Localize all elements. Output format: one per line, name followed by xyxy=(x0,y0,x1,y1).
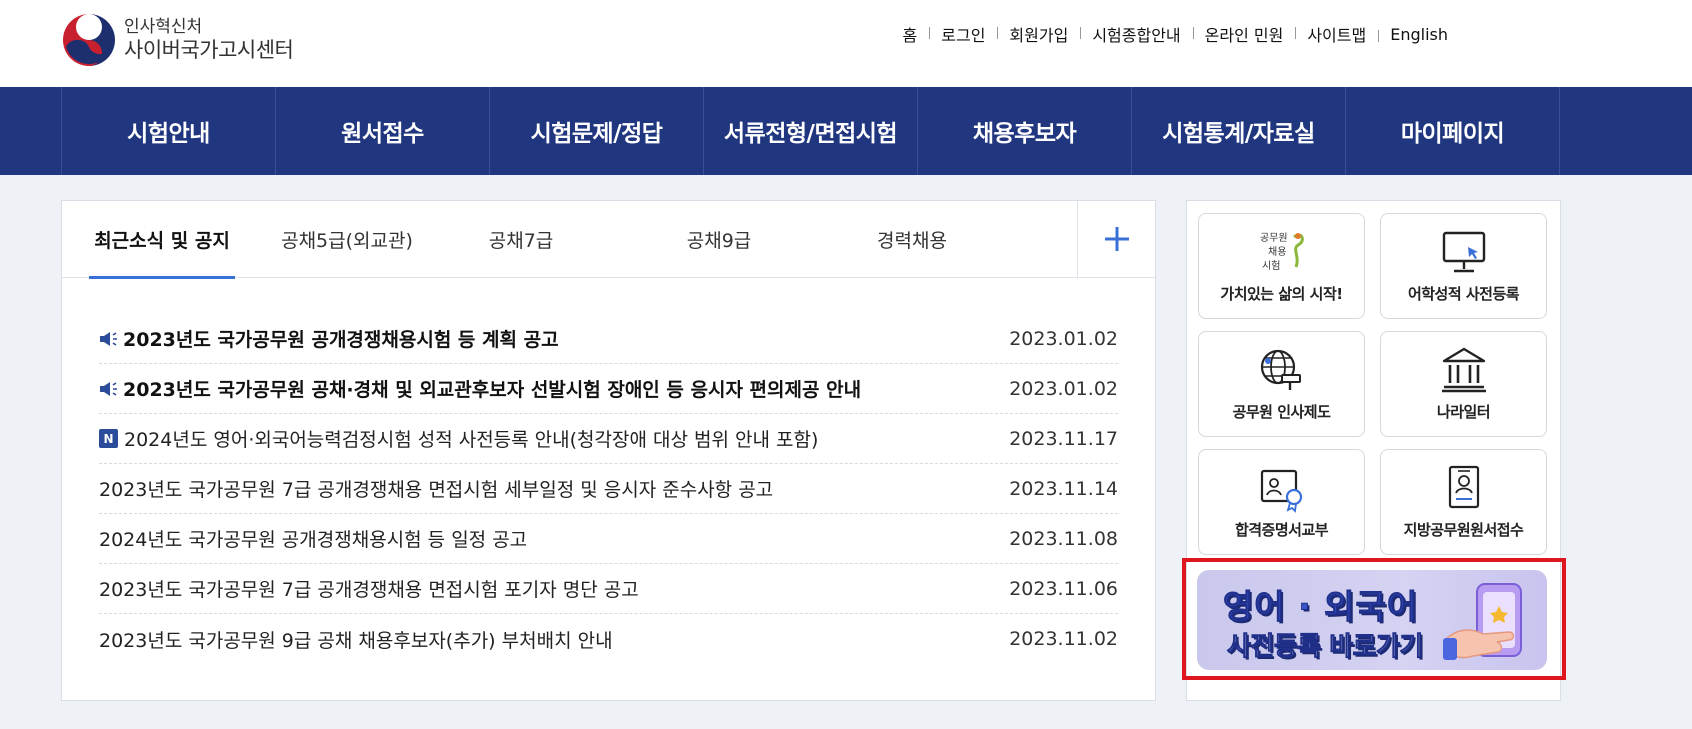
tab-recent-notice[interactable]: 최근소식 및 공지 xyxy=(89,201,235,279)
tab-grade9[interactable]: 공채9급 xyxy=(654,201,784,278)
site-logo[interactable]: 인사혁신처 사이버국가고시센터 xyxy=(62,12,294,68)
language-preregistration-banner[interactable]: 영어 · 외국어 사전등록 바로가기 xyxy=(1197,570,1547,670)
plus-icon xyxy=(1104,227,1129,251)
new-badge: N xyxy=(99,429,118,448)
taegeuk-emblem-icon xyxy=(63,14,115,66)
tab-grade7[interactable]: 공채7급 xyxy=(456,201,586,278)
list-item[interactable]: 2023년도 국가공무원 7급 공개경쟁채용 면접시험 세부일정 및 응시자 준… xyxy=(99,464,1118,514)
quick-link-recruit-exam[interactable]: 공무원 채용 시험 가치있는 삶의 시작! xyxy=(1198,213,1365,319)
quick-link-local-application[interactable]: 지방공무원원서접수 xyxy=(1380,449,1547,555)
nav-document-interview[interactable]: 서류전형/면접시험 xyxy=(704,87,918,175)
logo-org-name: 인사혁신처 xyxy=(124,17,203,38)
nav-candidates[interactable]: 채용후보자 xyxy=(918,87,1132,175)
nav-questions-answers[interactable]: 시험문제/정답 xyxy=(490,87,704,175)
quick-link-hr-system[interactable]: 공무원 인사제도 xyxy=(1198,331,1365,437)
main-nav: 시험안내 원서접수 시험문제/정답 서류전형/면접시험 채용후보자 시험통계/자… xyxy=(0,87,1692,175)
banner-subtitle: 사전등록 바로가기 xyxy=(1227,632,1424,663)
notice-date: 2023.11.08 xyxy=(1009,527,1118,550)
quick-link-label: 공무원 인사제도 xyxy=(1232,403,1331,421)
util-link-signup[interactable]: 회원가입 xyxy=(997,22,1080,46)
monitor-icon xyxy=(1442,231,1485,273)
globe-gavel-icon xyxy=(1260,349,1301,390)
notice-date: 2023.11.14 xyxy=(1009,477,1118,500)
list-item[interactable]: 2023년도 국가공무원 9급 공채 채용후보자(추가) 부처배치 안내 202… xyxy=(99,614,1118,664)
utility-nav: 홈 로그인 회원가입 시험종합안내 온라인 민원 사이트맵 English xyxy=(891,22,1448,46)
notice-date: 2023.11.06 xyxy=(1009,577,1118,600)
recruit-logo-icon: 공무원 채용 시험 xyxy=(1260,232,1304,272)
document-person-icon xyxy=(1448,465,1479,509)
tab-career[interactable]: 경력채용 xyxy=(847,201,977,278)
notice-title: 2023년도 국가공무원 7급 공개경쟁채용 면접시험 포기자 명단 공고 xyxy=(99,579,639,601)
notice-date: 2023.11.17 xyxy=(1009,427,1118,450)
notice-list: 2023년도 국가공무원 공개경쟁채용시험 등 계획 공고 2023.01.02… xyxy=(99,314,1118,664)
quick-link-nara-iltur[interactable]: 나라일터 xyxy=(1380,331,1547,437)
util-link-home[interactable]: 홈 xyxy=(891,22,930,46)
government-building-icon xyxy=(1441,347,1486,393)
more-button[interactable] xyxy=(1077,201,1155,277)
quick-link-label: 어학성적 사전등록 xyxy=(1407,285,1520,303)
quick-link-label: 합격증명서교부 xyxy=(1234,521,1329,539)
notice-title: 2023년도 국가공무원 9급 공채 채용후보자(추가) 부처배치 안내 xyxy=(99,629,613,652)
logo-site-name: 사이버국가고시센터 xyxy=(124,37,294,62)
quick-link-label: 지방공무원원서접수 xyxy=(1403,521,1524,539)
notice-date: 2023.11.02 xyxy=(1009,628,1118,650)
nav-mypage[interactable]: 마이페이지 xyxy=(1346,87,1560,175)
certificate-icon xyxy=(1260,469,1302,513)
util-link-sitemap[interactable]: 사이트맵 xyxy=(1295,22,1378,46)
quick-link-label: 가치있는 삶의 시작! xyxy=(1220,285,1343,303)
notice-title: 2024년도 국가공무원 공개경쟁채용시험 등 일정 공고 xyxy=(99,529,528,551)
list-item[interactable]: 2024년도 국가공무원 공개경쟁채용시험 등 일정 공고 2023.11.08 xyxy=(99,514,1118,564)
speaker-icon xyxy=(100,381,117,396)
banner-title: 영어 · 외국어 xyxy=(1222,587,1419,627)
notice-date: 2023.01.02 xyxy=(1009,327,1118,350)
list-item[interactable]: 2023년도 국가공무원 공개경쟁채용시험 등 계획 공고 2023.01.02 xyxy=(99,314,1118,364)
nav-application[interactable]: 원서접수 xyxy=(276,87,490,175)
quick-link-label: 나라일터 xyxy=(1436,403,1491,421)
notice-tabs: 최근소식 및 공지 공채5급(외교관) 공채7급 공채9급 경력채용 xyxy=(62,201,1155,279)
nav-statistics[interactable]: 시험통계/자료실 xyxy=(1132,87,1346,175)
notice-title: 2023년도 국가공무원 7급 공개경쟁채용 면접시험 세부일정 및 응시자 준… xyxy=(99,479,774,501)
util-link-online-civil[interactable]: 온라인 민원 xyxy=(1192,22,1296,46)
util-link-login[interactable]: 로그인 xyxy=(929,22,997,46)
recruit-logo-text: 시험 xyxy=(1262,260,1280,272)
tab-grade5-diplomat[interactable]: 공채5급(외교관) xyxy=(272,201,422,278)
list-item[interactable]: 2023년도 국가공무원 공채·경채 및 외교관후보자 선발시험 장애인 등 응… xyxy=(99,364,1118,414)
notice-panel: 최근소식 및 공지 공채5급(외교관) 공채7급 공채9급 경력채용 2023년… xyxy=(61,200,1156,701)
notice-title: 2023년도 국가공무원 공채·경채 및 외교관후보자 선발시험 장애인 등 응… xyxy=(123,379,862,401)
notice-title: 2023년도 국가공무원 공개경쟁채용시험 등 계획 공고 xyxy=(123,329,559,351)
list-item[interactable]: N 2024년도 영어·외국어능력검정시험 성적 사전등록 안내(청각장애 대상… xyxy=(99,414,1118,464)
quick-link-certificate[interactable]: 합격증명서교부 xyxy=(1198,449,1365,555)
phone-tap-hand-icon xyxy=(1443,583,1522,660)
speaker-icon xyxy=(100,331,117,346)
recruit-logo-text: 채용 xyxy=(1268,246,1286,258)
util-link-exam-guide[interactable]: 시험종합안내 xyxy=(1080,22,1192,46)
recruit-logo-text: 공무원 xyxy=(1260,232,1288,244)
notice-title: 2024년도 영어·외국어능력검정시험 성적 사전등록 안내(청각장애 대상 범… xyxy=(124,429,819,451)
quick-link-language-score[interactable]: 어학성적 사전등록 xyxy=(1380,213,1547,319)
list-item[interactable]: 2023년도 국가공무원 7급 공개경쟁채용 면접시험 포기자 명단 공고 20… xyxy=(99,564,1118,614)
site-header: 인사혁신처 사이버국가고시센터 홈 로그인 회원가입 시험종합안내 온라인 민원… xyxy=(0,0,1692,87)
nav-exam-info[interactable]: 시험안내 xyxy=(62,87,276,175)
util-link-english[interactable]: English xyxy=(1378,25,1448,44)
banner-highlight-frame: 영어 · 외국어 사전등록 바로가기 xyxy=(1182,558,1566,680)
notice-date: 2023.01.02 xyxy=(1009,377,1118,400)
